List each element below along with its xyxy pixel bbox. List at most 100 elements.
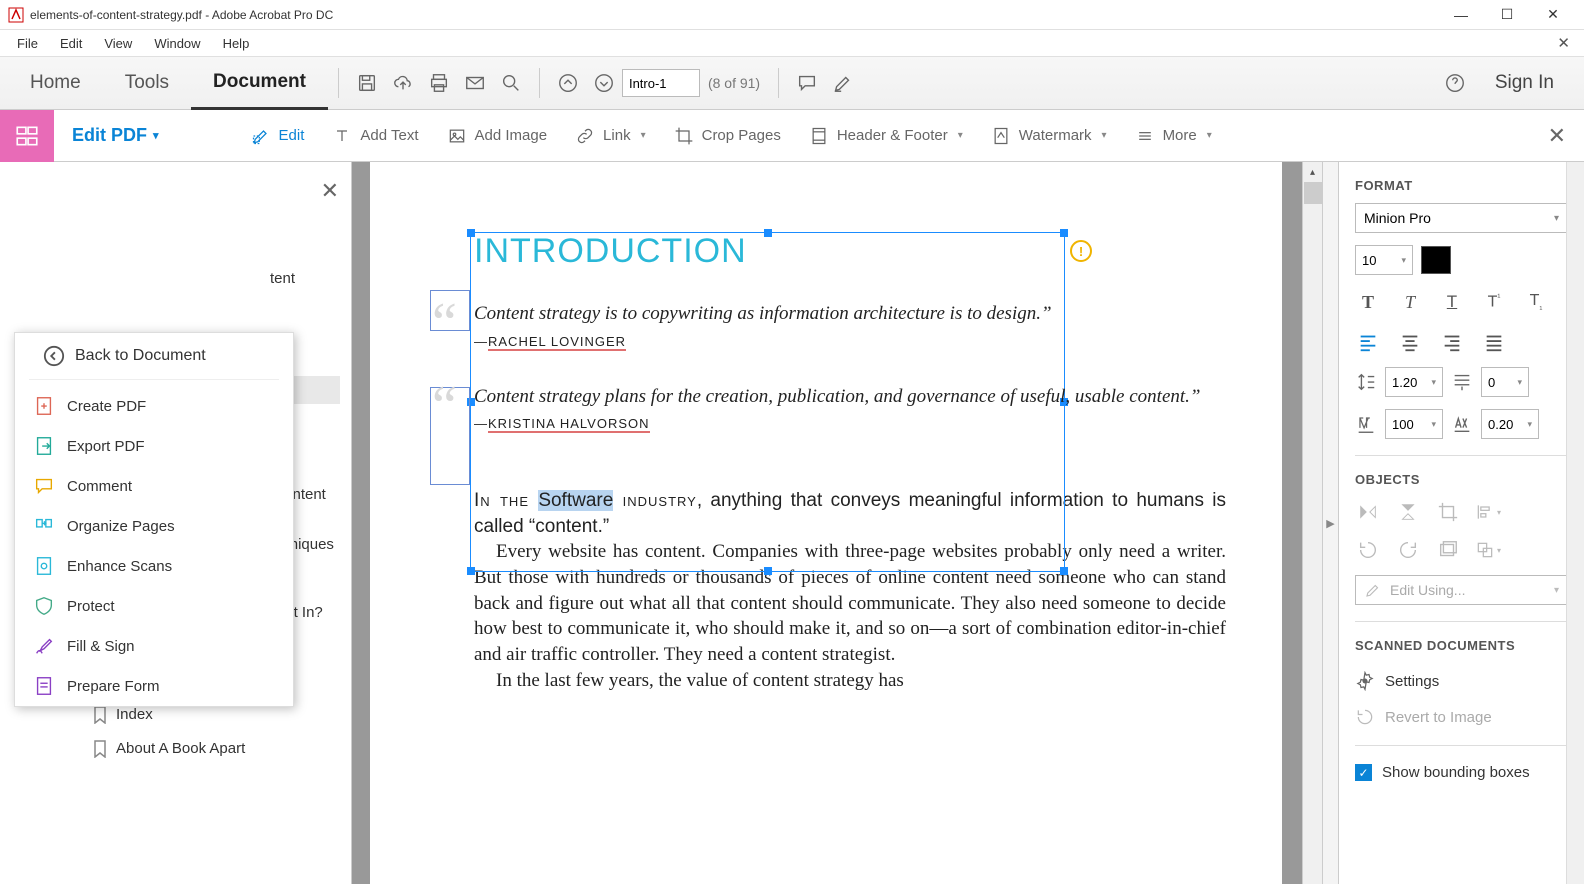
collapse-right-panel[interactable]: ▶ [1322, 162, 1338, 884]
document-scrollbar[interactable]: ▴ [1302, 162, 1322, 884]
color-swatch[interactable] [1421, 246, 1451, 274]
quote-text: Content strategy is to copywriting as in… [474, 301, 1226, 328]
print-button[interactable] [421, 65, 457, 101]
comment-item[interactable]: Comment [15, 466, 293, 506]
page-up-button[interactable] [550, 65, 586, 101]
comment-button[interactable] [789, 65, 825, 101]
font-select[interactable]: Minion Pro▾ [1355, 203, 1568, 233]
page-input[interactable] [622, 69, 700, 97]
align-justify-button[interactable] [1481, 329, 1507, 355]
objects-heading: OBJECTS [1355, 472, 1568, 487]
page-down-button[interactable] [586, 65, 622, 101]
tracking-input[interactable]: 0.20▾ [1481, 409, 1539, 439]
replace-image-button[interactable] [1435, 537, 1461, 563]
show-bounding-boxes[interactable]: ✓Show bounding boxes [1355, 756, 1568, 789]
format-heading: FORMAT [1355, 178, 1568, 193]
align-objects-button[interactable]: ▾ [1475, 499, 1501, 525]
scroll-up-icon[interactable]: ▴ [1303, 162, 1322, 182]
tab-tools[interactable]: Tools [103, 56, 191, 110]
sign-in-button[interactable]: Sign In [1473, 72, 1576, 94]
horizontal-scale-input[interactable]: 100▾ [1385, 409, 1443, 439]
protect-item[interactable]: Protect [15, 586, 293, 626]
quote-text: Content strategy plans for the creation,… [474, 384, 1226, 411]
edit-pdf-tool-icon[interactable] [0, 110, 54, 162]
scroll-thumb[interactable] [1304, 182, 1322, 204]
separator [539, 68, 540, 98]
body-paragraph: In the last few years, the value of cont… [474, 668, 1226, 694]
add-image-action[interactable]: Add Image [433, 110, 562, 162]
edit-using-select[interactable]: Edit Using...▾ [1355, 575, 1568, 605]
edit-action[interactable]: Edit [237, 110, 319, 162]
scanned-docs-heading: SCANNED DOCUMENTS [1355, 638, 1568, 653]
close-button[interactable]: ✕ [1530, 0, 1576, 30]
space-before-input[interactable]: 0▾ [1481, 367, 1529, 397]
main-toolbar: Home Tools Document (8 of 91) Sign In [0, 56, 1584, 110]
watermark-action[interactable]: Watermark▾ [977, 110, 1121, 162]
scanned-settings[interactable]: Settings [1355, 663, 1568, 699]
menu-help[interactable]: Help [212, 33, 261, 54]
add-text-action[interactable]: Add Text [318, 110, 432, 162]
organize-pages-item[interactable]: Organize Pages [15, 506, 293, 546]
align-right-button[interactable] [1439, 329, 1465, 355]
separator [778, 68, 779, 98]
prepare-form-item[interactable]: Prepare Form [15, 666, 293, 706]
enhance-scans-item[interactable]: Enhance Scans [15, 546, 293, 586]
underline-button[interactable]: T [1439, 289, 1465, 315]
header-footer-action[interactable]: Header & Footer▾ [795, 110, 977, 162]
close-panel-button[interactable]: ✕ [321, 178, 339, 204]
subscript-button[interactable]: T₁ [1523, 289, 1549, 315]
menu-window[interactable]: Window [143, 33, 211, 54]
secondary-close-button[interactable]: ✕ [1557, 34, 1570, 52]
align-center-button[interactable] [1397, 329, 1423, 355]
crop-object-button[interactable] [1435, 499, 1461, 525]
cloud-upload-button[interactable] [385, 65, 421, 101]
align-left-button[interactable] [1355, 329, 1381, 355]
document-view[interactable]: ! INTRODUCTION “ Content strategy is to … [352, 162, 1322, 884]
italic-button[interactable]: T [1397, 289, 1423, 315]
crop-pages-action[interactable]: Crop Pages [660, 110, 795, 162]
save-button[interactable] [349, 65, 385, 101]
create-pdf-item[interactable]: Create PDF [15, 386, 293, 426]
flip-horizontal-button[interactable] [1355, 499, 1381, 525]
space-before-icon [1451, 371, 1473, 393]
menu-file[interactable]: File [6, 33, 49, 54]
right-panel-scrollbar[interactable] [1566, 162, 1584, 884]
font-size-input[interactable]: 10▾ [1355, 245, 1413, 275]
menu-view[interactable]: View [93, 33, 143, 54]
rotate-cw-button[interactable] [1395, 537, 1421, 563]
export-pdf-item[interactable]: Export PDF [15, 426, 293, 466]
menu-edit[interactable]: Edit [49, 33, 93, 54]
format-panel: FORMAT Minion Pro▾ 10▾ T T T T¹ T₁ 1.20▾… [1338, 162, 1584, 884]
highlight-button[interactable] [825, 65, 861, 101]
bold-button[interactable]: T [1355, 289, 1381, 315]
help-button[interactable] [1437, 65, 1473, 101]
quote-mark-icon: “ [432, 374, 457, 438]
link-action[interactable]: Link▾ [561, 110, 660, 162]
rotate-ccw-button[interactable] [1355, 537, 1381, 563]
maximize-button[interactable]: ☐ [1484, 0, 1530, 30]
search-button[interactable] [493, 65, 529, 101]
tab-document[interactable]: Document [191, 56, 328, 110]
window-title: elements-of-content-strategy.pdf - Adobe… [30, 8, 1438, 22]
line-height-input[interactable]: 1.20▾ [1385, 367, 1443, 397]
horizontal-scale-icon [1355, 413, 1377, 435]
more-action[interactable]: More▾ [1121, 110, 1226, 162]
acrobat-icon [8, 7, 24, 23]
bookmark-item[interactable]: About A Book Apart [92, 732, 341, 766]
tab-home[interactable]: Home [8, 56, 103, 110]
bookmark-peek: tent [270, 270, 295, 287]
flip-vertical-button[interactable] [1395, 499, 1421, 525]
superscript-button[interactable]: T¹ [1481, 289, 1507, 315]
arrange-button[interactable]: ▾ [1475, 537, 1501, 563]
fill-sign-item[interactable]: Fill & Sign [15, 626, 293, 666]
revert-to-image[interactable]: Revert to Image [1355, 699, 1568, 735]
close-tool-button[interactable]: ✕ [1548, 123, 1566, 149]
email-button[interactable] [457, 65, 493, 101]
minimize-button[interactable]: — [1438, 0, 1484, 30]
back-to-document[interactable]: Back to Document [29, 333, 279, 380]
quote-mark-icon: “ [432, 291, 457, 355]
menu-bar: File Edit View Window Help ✕ [0, 30, 1584, 56]
tools-popout: Back to Document Create PDF Export PDF C… [14, 332, 294, 707]
warning-badge-icon[interactable]: ! [1070, 240, 1092, 262]
edit-pdf-dropdown[interactable]: Edit PDF▾ [54, 125, 177, 146]
